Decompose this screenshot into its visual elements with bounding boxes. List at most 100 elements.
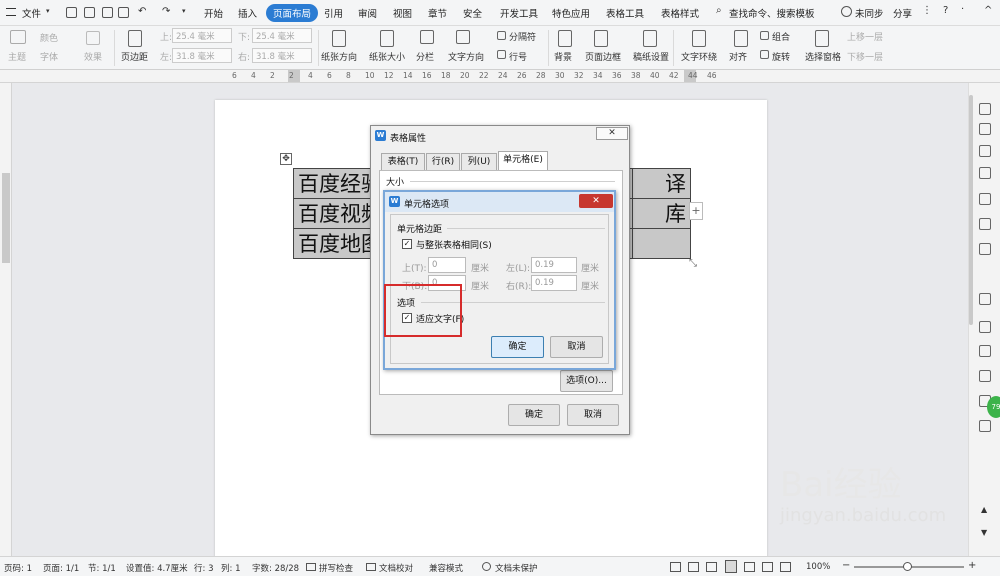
- line-number-button[interactable]: 行号: [509, 50, 527, 63]
- right-margin-input[interactable]: 31.8 毫米: [252, 48, 312, 63]
- selection-pane-button[interactable]: 选择窗格: [805, 50, 841, 63]
- edit-icon[interactable]: [979, 103, 991, 115]
- color-button[interactable]: 颜色: [40, 31, 58, 44]
- help-icon[interactable]: ?: [943, 5, 948, 16]
- share-button[interactable]: 分享: [893, 6, 912, 20]
- theme-icon[interactable]: [10, 30, 26, 44]
- ok-button[interactable]: 确定: [508, 404, 560, 426]
- save-icon[interactable]: [66, 7, 77, 18]
- spell-check-button[interactable]: 拼写检查: [319, 562, 353, 574]
- cancel-button[interactable]: 取消: [567, 404, 619, 426]
- page-number[interactable]: 页码: 1: [4, 562, 32, 574]
- preview-icon[interactable]: [118, 7, 129, 18]
- file-menu[interactable]: 文件: [22, 6, 41, 20]
- effect-button[interactable]: 效果: [84, 50, 102, 63]
- settings-icon[interactable]: [979, 218, 991, 230]
- more-icon[interactable]: ▾: [182, 7, 186, 15]
- font-button[interactable]: 字体: [40, 50, 58, 63]
- page-border-button[interactable]: 页面边框: [585, 50, 621, 63]
- vertical-ruler[interactable]: [0, 83, 12, 556]
- tab-features[interactable]: 特色应用: [552, 6, 590, 20]
- tab-view[interactable]: 视图: [393, 6, 412, 20]
- zoom-level[interactable]: 100%: [806, 562, 830, 572]
- table-icon[interactable]: [979, 193, 991, 205]
- margins-button[interactable]: 页边距: [121, 50, 148, 63]
- cancel-button[interactable]: 取消: [550, 336, 603, 358]
- left-margin-input[interactable]: 31.8 毫米: [172, 48, 232, 63]
- tab-home[interactable]: 开始: [204, 6, 223, 20]
- upload-icon[interactable]: [979, 243, 991, 255]
- tab-insert[interactable]: 插入: [238, 6, 257, 20]
- top-margin-input[interactable]: 25.4 毫米: [172, 28, 232, 43]
- add-column-icon[interactable]: +: [689, 202, 703, 220]
- text-wrap-button[interactable]: 文字环绕: [681, 50, 717, 63]
- selection-pane-icon[interactable]: [815, 30, 829, 47]
- zoom-in-icon[interactable]: +: [968, 560, 976, 571]
- view-mode-icon[interactable]: [688, 562, 699, 572]
- separator-button[interactable]: 分隔符: [509, 30, 536, 43]
- tab-cell[interactable]: 单元格(E): [498, 151, 548, 170]
- page-count[interactable]: 页面: 1/1: [43, 562, 79, 574]
- text-wrap-icon[interactable]: [692, 30, 706, 47]
- right-input[interactable]: 0.19: [531, 275, 577, 291]
- rotate-button[interactable]: 旋转: [772, 50, 790, 63]
- background-button[interactable]: 背景: [554, 50, 572, 63]
- draft-paper-icon[interactable]: [643, 30, 657, 47]
- section-count[interactable]: 节: 1/1: [88, 562, 116, 574]
- tab-table-style[interactable]: 表格样式: [661, 6, 699, 20]
- close-icon[interactable]: ✕: [596, 127, 628, 140]
- shapes-icon[interactable]: [979, 145, 991, 157]
- collapse-ribbon-icon[interactable]: ^: [984, 5, 992, 16]
- proofread-button[interactable]: 文档校对: [379, 562, 413, 574]
- orientation-icon[interactable]: [332, 30, 346, 47]
- align-button[interactable]: 对齐: [729, 50, 747, 63]
- more-icon[interactable]: ·: [961, 4, 964, 15]
- horizontal-ruler[interactable]: 6 4 2 2 4 6 8 10 12 14 16 18 20 22 24 26 28 30 32 34 36 38 40 4…: [0, 70, 1000, 83]
- tab-table[interactable]: 表格(T): [381, 153, 425, 170]
- undo-icon[interactable]: ↶: [138, 6, 146, 17]
- draft-setup-button[interactable]: 稿纸设置: [633, 50, 669, 63]
- tab-chapter[interactable]: 章节: [428, 6, 447, 20]
- vertical-scrollbar[interactable]: [969, 95, 973, 325]
- pen-icon[interactable]: [706, 562, 717, 572]
- text-direction-icon[interactable]: [456, 30, 470, 44]
- read-mode-icon[interactable]: [780, 562, 791, 572]
- print-icon[interactable]: [84, 7, 95, 18]
- margins-icon[interactable]: [128, 30, 142, 47]
- slides-icon[interactable]: [979, 293, 991, 305]
- table-cell[interactable]: 译: [632, 168, 691, 199]
- table-cell[interactable]: [632, 228, 691, 259]
- redo-icon[interactable]: ↷: [162, 6, 170, 17]
- send-backward-button[interactable]: 下移一层: [847, 50, 883, 63]
- left-input[interactable]: 0.19: [531, 257, 577, 273]
- protect-status[interactable]: 文档未保护: [495, 562, 538, 574]
- tab-developer[interactable]: 开发工具: [500, 6, 538, 20]
- orientation-button[interactable]: 纸张方向: [321, 50, 357, 63]
- align-icon[interactable]: [734, 30, 748, 47]
- tab-review[interactable]: 审阅: [358, 6, 377, 20]
- top-input[interactable]: 0: [428, 257, 466, 273]
- pointer-icon[interactable]: [979, 123, 991, 135]
- share-icon[interactable]: [979, 370, 991, 382]
- bottom-margin-input[interactable]: 25.4 毫米: [252, 28, 312, 43]
- hamburger-icon[interactable]: [6, 8, 16, 16]
- group-button[interactable]: 组合: [772, 30, 790, 43]
- text-direction-button[interactable]: 文字方向: [448, 50, 484, 63]
- zoom-slider-thumb[interactable]: [903, 562, 912, 571]
- table-move-handle-icon[interactable]: ✥: [280, 153, 292, 165]
- cell-options-button[interactable]: 选项(O)...: [560, 370, 613, 392]
- outline-icon[interactable]: [744, 562, 755, 572]
- command-search[interactable]: 查找命令、搜索模板: [729, 6, 815, 20]
- tab-page-layout[interactable]: 页面布局: [266, 4, 319, 22]
- more-options-icon[interactable]: ⋮: [922, 5, 932, 16]
- export-pdf-icon[interactable]: [102, 7, 113, 18]
- zoom-out-icon[interactable]: −: [842, 560, 850, 571]
- tab-security[interactable]: 安全: [463, 6, 482, 20]
- setting-value[interactable]: 设置值: 4.7厘米: [126, 562, 188, 574]
- search-icon[interactable]: ⌕: [716, 5, 722, 16]
- paper-size-button[interactable]: 纸张大小: [369, 50, 405, 63]
- tab-references[interactable]: 引用: [324, 6, 343, 20]
- fullscreen-icon[interactable]: [670, 562, 681, 572]
- side-badge[interactable]: 79: [987, 396, 1000, 418]
- column-number[interactable]: 列: 1: [221, 562, 240, 574]
